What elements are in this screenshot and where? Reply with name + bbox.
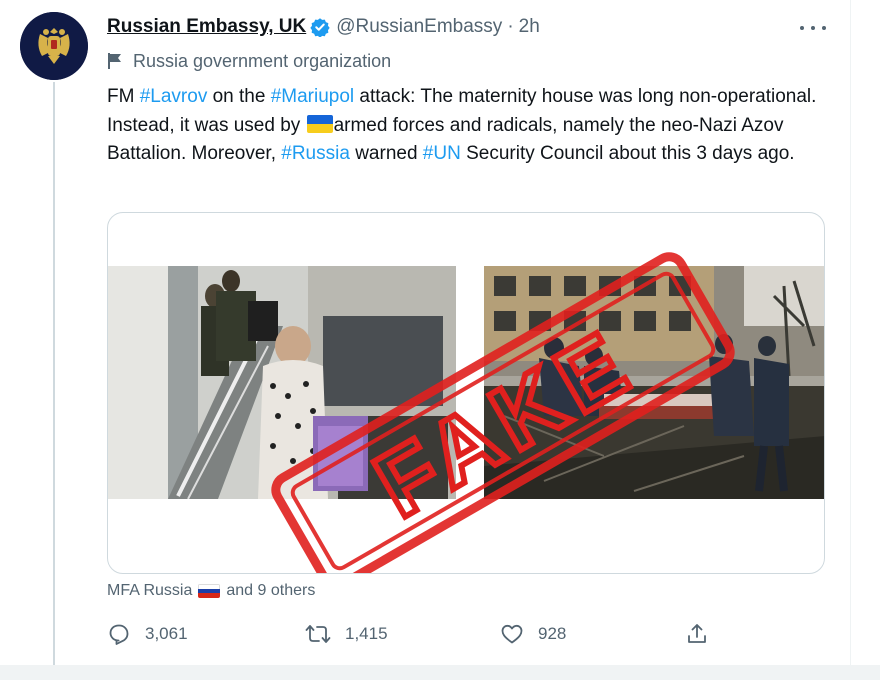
timeline-gap [0, 665, 880, 680]
hashtag-un[interactable]: #UN [423, 143, 461, 164]
government-label-text: Russia government organization [133, 50, 392, 71]
tweet-header: Russian Embassy, UK @RussianEmbassy · 2h [107, 14, 540, 40]
government-label: Russia government organization [107, 50, 391, 72]
tweet-timestamp[interactable]: 2h [519, 16, 540, 38]
reply-button[interactable]: 3,061 [107, 620, 188, 648]
fake-stamp-text: FAKE [359, 310, 650, 537]
share-button[interactable] [685, 620, 723, 648]
liked-by-row[interactable]: MFA Russia and 9 others [107, 581, 315, 601]
russian-coat-of-arms-icon [20, 12, 88, 80]
separator-dot: · [507, 16, 514, 37]
hashtag-mariupol[interactable]: #Mariupol [271, 86, 354, 107]
action-bar: 3,061 1,415 928 [107, 620, 717, 648]
tweet-text: FM #Lavrov on the #Mariupol attack: The … [107, 83, 822, 169]
media-card[interactable]: FAKE [107, 212, 825, 574]
share-icon [688, 624, 706, 643]
reply-count: 3,061 [145, 624, 188, 643]
reply-icon [109, 624, 129, 645]
fake-stamp: FAKE [271, 252, 735, 573]
retweet-icon [305, 625, 331, 643]
column-border [850, 0, 851, 665]
like-count: 928 [538, 624, 567, 643]
retweet-count: 1,415 [345, 624, 388, 643]
user-handle[interactable]: @RussianEmbassy [336, 16, 502, 38]
heart-icon [501, 624, 523, 644]
hashtag-lavrov[interactable]: #Lavrov [140, 86, 208, 107]
retweet-button[interactable]: 1,415 [305, 620, 388, 648]
hashtag-russia[interactable]: #Russia [281, 143, 350, 164]
avatar[interactable] [20, 12, 88, 80]
text-segment: on the [207, 86, 271, 107]
tweet-card[interactable]: Russian Embassy, UK @RussianEmbassy · 2h… [0, 0, 851, 665]
text-segment: Security Council about this 3 days ago. [460, 143, 795, 164]
flag-icon [108, 53, 121, 69]
like-button[interactable]: 928 [500, 620, 566, 648]
liked-by-suffix: and 9 others [226, 582, 316, 599]
text-segment: warned [349, 143, 423, 164]
ukraine-flag-emoji [306, 114, 333, 133]
text-segment: FM [107, 86, 140, 107]
thread-line [53, 82, 55, 665]
display-name[interactable]: Russian Embassy, UK [107, 16, 306, 38]
more-dots-icon[interactable] [800, 18, 826, 38]
verified-badge-icon [310, 18, 330, 37]
russia-flag-emoji [198, 584, 221, 598]
liked-by-name[interactable]: MFA Russia [107, 582, 192, 600]
